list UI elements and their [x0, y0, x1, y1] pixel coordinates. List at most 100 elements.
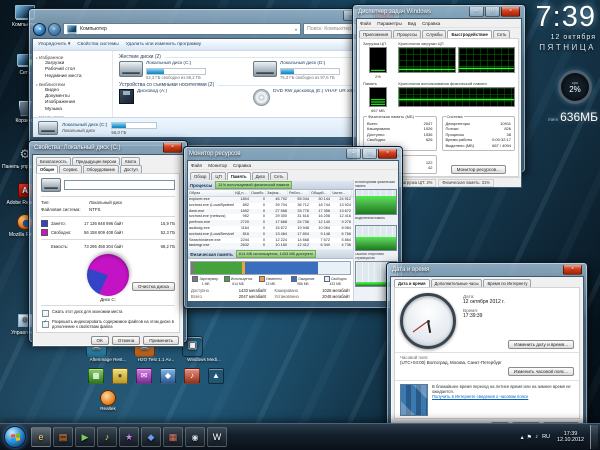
cancel-button[interactable]: Отмена [111, 336, 141, 346]
physical-memory-section-header[interactable]: Физическая память 614 МБ используется, 1… [188, 249, 353, 260]
taskbar-app-icon[interactable]: W [207, 427, 227, 447]
ok-button[interactable]: ОК [90, 336, 109, 346]
tab-sharing[interactable]: Доступ [120, 165, 142, 173]
disk-cleanup-button[interactable]: Очистка диска [131, 281, 175, 291]
taskbar-app-icon[interactable]: e [31, 427, 51, 447]
timezone-info-link[interactable]: Получить в Интернете сведения о часовом … [432, 394, 574, 399]
column-header[interactable]: Образ [188, 190, 234, 196]
tab-disk[interactable]: Диск [251, 172, 269, 180]
nav-item[interactable]: Недавние места [36, 74, 112, 80]
taskbar-app-icon[interactable]: ◉ [185, 427, 205, 447]
minimize-button[interactable]: – [346, 148, 361, 159]
menu-item[interactable]: Монитор [208, 163, 227, 168]
tab-memory[interactable]: Память [226, 172, 251, 180]
menu-item[interactable]: Вид [408, 21, 416, 26]
desktop-app-icon[interactable]: ▣ Windows Medi... [182, 336, 226, 362]
tab-network[interactable]: Сеть [492, 30, 511, 38]
index-checkbox-row[interactable]: Разрешить индексировать содержимое файло… [37, 318, 179, 331]
tab-internet-time[interactable]: Время по Интернету [483, 279, 532, 287]
desktop-app-icon[interactable]: ▲ [208, 368, 224, 384]
menu-item[interactable]: Параметры [377, 21, 402, 26]
close-button[interactable]: × [563, 264, 582, 275]
tab-overview[interactable]: Обзор [190, 172, 211, 180]
tab-date-time[interactable]: Дата и время [394, 279, 430, 287]
change-timezone-button[interactable]: Изменить часовой пояс... [507, 367, 574, 376]
tab-tools[interactable]: Сервис [59, 165, 82, 173]
menu-item[interactable]: Файл [191, 163, 202, 168]
process-row[interactable]: taskmgr.exe 2632 0 10 160 12 412 6 340 4 736 [188, 243, 353, 250]
processes-section-header[interactable]: Процессы 31% используемой физической пам… [188, 180, 353, 190]
toolbar-button[interactable]: Свойства системы [77, 42, 118, 47]
column-header[interactable]: Ошибо... [250, 190, 266, 196]
desktop-app-icon[interactable]: ● [112, 368, 128, 384]
tab-performance[interactable]: Быстродействие [447, 30, 492, 38]
tab-additional-clocks[interactable]: Дополнительные часы [430, 279, 483, 287]
tab-previous-versions[interactable]: Предыдущие версии [71, 157, 121, 165]
tray-clock[interactable]: 17:39 12.10.2012 [554, 431, 587, 443]
tab-security[interactable]: Безопасность [36, 157, 71, 165]
floppy-item[interactable]: Дисковод (A:) [119, 89, 247, 106]
desktop-app-icon[interactable]: Realtek [88, 390, 128, 411]
tab-network[interactable]: Сеть [269, 172, 288, 180]
apply-button[interactable]: Применить [143, 336, 179, 346]
tab-cpu[interactable]: ЦП [211, 172, 226, 180]
nav-section-computer[interactable]: Компьютер [36, 115, 112, 117]
close-button[interactable]: × [378, 148, 397, 159]
show-desktop-button[interactable] [590, 425, 598, 449]
column-header[interactable]: ИД п... [234, 190, 250, 196]
menu-item[interactable]: Справка [233, 163, 251, 168]
desktop-app-icon[interactable]: ◆ [160, 368, 176, 384]
tab-processes[interactable]: Процессы [393, 30, 422, 38]
index-checkbox[interactable] [42, 320, 49, 328]
tab-general[interactable]: Общие [36, 165, 59, 173]
volume-label-input[interactable] [64, 180, 175, 190]
taskbar-app-icon[interactable]: ♪ [97, 427, 117, 447]
forward-button[interactable]: ▸ [48, 22, 61, 36]
explorer-titlebar[interactable]: – □ × [32, 9, 396, 22]
resource-monitor-titlebar[interactable]: Монитор ресурсов – □ × [187, 147, 399, 160]
task-manager-titlebar[interactable]: Диспетчер задач Windows – □ × [356, 5, 522, 18]
tab-hardware[interactable]: Оборудование [82, 165, 120, 173]
volume-icon[interactable]: ♪ [535, 434, 538, 440]
taskbar-app-icon[interactable]: ★ [119, 427, 139, 447]
column-header[interactable]: Общий... [310, 190, 331, 196]
close-button[interactable]: × [163, 142, 182, 153]
menu-item[interactable]: Справка [422, 21, 440, 26]
show-hidden-icons[interactable]: ▴ [521, 434, 524, 441]
language-indicator[interactable]: RU [541, 434, 551, 440]
column-header[interactable]: Рабоч... [288, 190, 310, 196]
address-bar[interactable]: Компьютер ▾ [63, 23, 301, 35]
maximize-button[interactable]: □ [362, 148, 377, 159]
minimize-button[interactable]: – [469, 6, 484, 17]
properties-titlebar[interactable]: Свойства: Локальный диск (C:) × [32, 141, 184, 154]
compress-checkbox-row[interactable]: Сжать этот диск для экономии места [37, 308, 179, 319]
column-header[interactable]: Зафик... [266, 190, 288, 196]
taskbar-app-icon[interactable]: ◆ [141, 427, 161, 447]
date-time-titlebar[interactable]: Дата и время × [390, 263, 584, 276]
desktop-app-icon[interactable]: ▦ [88, 368, 104, 384]
group-header-removable[interactable]: Устройства со съемными носителями (2) [119, 82, 385, 88]
change-date-time-button[interactable]: Изменить дату и время... [508, 340, 574, 349]
tab-services[interactable]: Службы [422, 30, 447, 38]
close-button[interactable]: × [501, 6, 520, 17]
resource-monitor-button[interactable]: Монитор ресурсов... [450, 164, 506, 174]
start-button[interactable] [4, 426, 26, 448]
menu-item[interactable]: Файл [360, 21, 371, 26]
group-header-hdd[interactable]: Жесткие диски (2) [119, 54, 385, 60]
taskbar-app-icon[interactable]: ▤ [53, 427, 73, 447]
nav-item[interactable]: Музыка [36, 107, 112, 113]
drive-item-c[interactable]: Локальный диск (C:) 52,3 ГБ свободно из … [119, 61, 247, 80]
taskbar-app-icon[interactable]: ▦ [163, 427, 183, 447]
tab-quota[interactable]: Квота [121, 157, 141, 165]
tab-applications[interactable]: Приложения [359, 30, 393, 38]
toolbar-button[interactable]: Удалить или изменить программу [126, 42, 201, 47]
taskbar-app-icon[interactable]: ▶ [75, 427, 95, 447]
action-center-icon[interactable]: ⚑ [527, 434, 532, 441]
desktop-app-icon[interactable]: ♪ [184, 368, 200, 384]
compress-checkbox[interactable] [42, 310, 49, 318]
cpu-meter-gadget[interactable]: cpu 2% mem 636МБ [528, 70, 598, 124]
back-button[interactable]: ◂ [33, 22, 46, 36]
column-header[interactable]: Части... [331, 190, 352, 196]
toolbar-button[interactable]: Упорядочить ▾ [38, 42, 70, 47]
desktop-app-icon[interactable]: ✉ [136, 368, 152, 384]
